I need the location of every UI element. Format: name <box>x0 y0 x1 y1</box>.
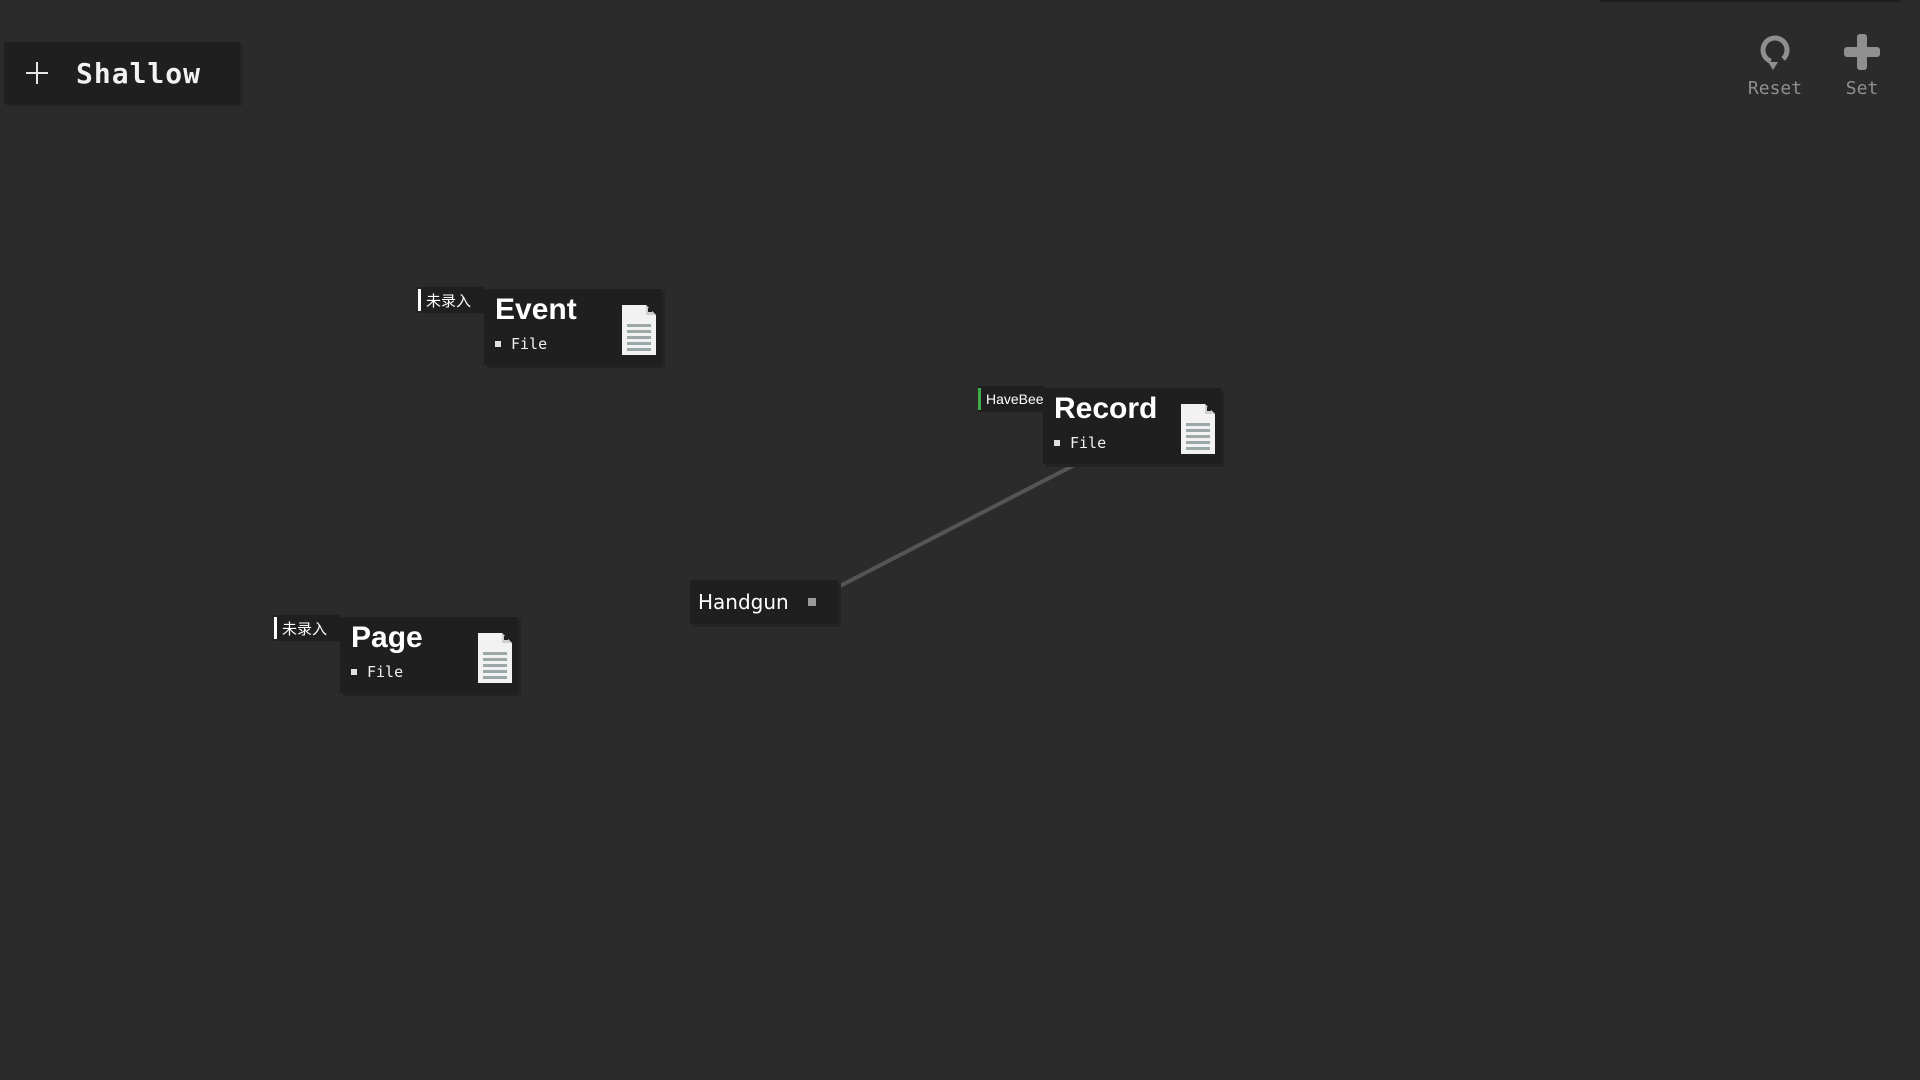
node-subtitle-label: File <box>511 335 548 353</box>
reset-label: Reset <box>1747 78 1803 99</box>
top-panel-edge <box>1600 0 1900 2</box>
bullet-icon <box>495 341 501 347</box>
document-icon <box>622 305 656 360</box>
node-title: Record <box>1054 392 1158 425</box>
document-icon <box>478 633 512 688</box>
edge-handgun-record <box>837 456 1089 589</box>
set-button[interactable]: Set <box>1822 32 1902 112</box>
node-subtitle: File <box>495 335 547 353</box>
tag-text: 未录入 <box>426 292 472 310</box>
node-subtitle-label: File <box>1070 434 1107 452</box>
mode-button[interactable]: Shallow <box>4 42 240 104</box>
node-record[interactable]: Record File <box>1043 388 1221 464</box>
edges-layer <box>837 456 1089 589</box>
tag-status-bar <box>274 617 277 639</box>
bullet-icon <box>351 669 357 675</box>
tag-status-bar <box>418 289 421 311</box>
node-title: Page <box>351 621 423 654</box>
tag-text: HaveBee <box>986 391 1044 407</box>
node-tag: 未录入 <box>418 287 484 313</box>
node-tag: 未录入 <box>274 615 340 641</box>
document-icon <box>1181 404 1215 459</box>
node-title: Event <box>495 293 577 326</box>
bullet-icon <box>1054 440 1060 446</box>
tag-status-bar <box>978 388 981 410</box>
output-port[interactable] <box>808 598 816 606</box>
reset-button[interactable]: Reset <box>1735 32 1815 112</box>
set-label: Set <box>1845 78 1879 99</box>
node-tag: HaveBee <box>978 386 1044 412</box>
node-event[interactable]: Event File <box>484 289 662 365</box>
node-page[interactable]: Page File <box>340 617 518 693</box>
node-subtitle: File <box>351 663 403 681</box>
node-handgun[interactable]: Handgun <box>690 580 838 624</box>
node-subtitle: File <box>1054 434 1106 452</box>
tag-text: 未录入 <box>282 620 328 638</box>
plus-icon <box>26 62 48 84</box>
plus-icon <box>1842 32 1882 72</box>
node-subtitle-label: File <box>367 663 404 681</box>
reset-icon <box>1755 32 1795 72</box>
graph-canvas[interactable]: Shallow Reset Set 未录入 Event File HaveBee… <box>0 0 1920 1080</box>
mode-label: Shallow <box>76 56 202 90</box>
node-label: Handgun <box>698 590 789 614</box>
